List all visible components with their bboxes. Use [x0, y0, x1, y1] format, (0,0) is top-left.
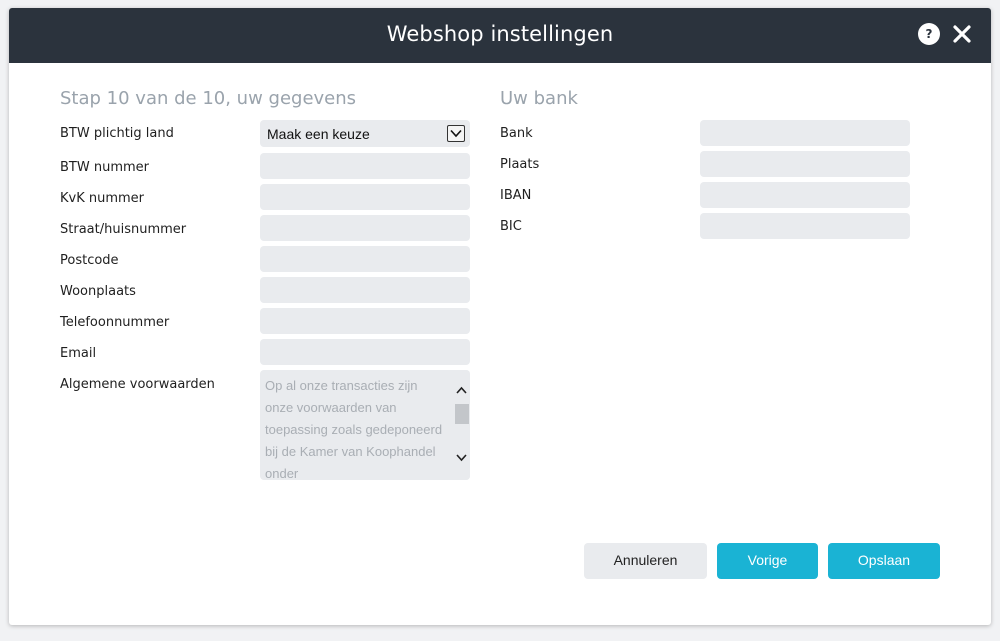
bic-label: BIC	[500, 219, 522, 234]
voorwaarden-scrollbar[interactable]	[453, 370, 470, 480]
iban-input[interactable]	[700, 182, 910, 208]
telefoon-label: Telefoonnummer	[60, 315, 170, 330]
plaats-input[interactable]	[700, 151, 910, 177]
iban-label: IBAN	[500, 188, 532, 203]
settings-dialog: Webshop instellingen ? Stap 10 van de 10…	[9, 8, 991, 625]
kvk-nummer-label: KvK nummer	[60, 191, 145, 206]
btw-nummer-input[interactable]	[260, 153, 470, 179]
postcode-input[interactable]	[260, 246, 470, 272]
voorwaarden-label: Algemene voorwaarden	[60, 377, 215, 392]
close-icon[interactable]	[950, 22, 974, 46]
previous-button[interactable]: Vorige	[717, 543, 818, 579]
btw-nummer-label: BTW nummer	[60, 160, 149, 175]
plaats-label: Plaats	[500, 157, 540, 172]
postcode-label: Postcode	[60, 253, 119, 268]
btw-land-label: BTW plichtig land	[60, 126, 174, 141]
scrollbar-thumb[interactable]	[455, 404, 469, 424]
woonplaats-input[interactable]	[260, 277, 470, 303]
straat-label: Straat/huisnummer	[60, 222, 187, 237]
btw-land-selected-value: Maak een keuze	[267, 126, 370, 142]
kvk-nummer-input[interactable]	[260, 184, 470, 210]
chevron-down-icon	[447, 125, 465, 142]
telefoon-input[interactable]	[260, 308, 470, 334]
voorwaarden-textarea[interactable]: Op al onze transacties zijn onze voorwaa…	[260, 370, 470, 480]
section-title-bank: Uw bank	[500, 88, 578, 109]
chevron-down-icon[interactable]	[455, 451, 468, 464]
cancel-button[interactable]: Annuleren	[584, 543, 707, 579]
email-label: Email	[60, 346, 97, 361]
dialog-header: Webshop instellingen ?	[9, 8, 991, 63]
straat-input[interactable]	[260, 215, 470, 241]
save-button[interactable]: Opslaan	[828, 543, 940, 579]
bic-input[interactable]	[700, 213, 910, 239]
section-title-gegevens: Stap 10 van de 10, uw gegevens	[60, 88, 357, 109]
bank-label: Bank	[500, 126, 533, 141]
chevron-up-icon[interactable]	[455, 384, 468, 397]
dialog-title: Webshop instellingen	[386, 22, 614, 46]
email-input[interactable]	[260, 339, 470, 365]
help-icon[interactable]: ?	[918, 23, 940, 45]
btw-land-select[interactable]: Maak een keuze	[260, 120, 470, 147]
voorwaarden-placeholder: Op al onze transacties zijn onze voorwaa…	[265, 378, 443, 480]
woonplaats-label: Woonplaats	[60, 284, 136, 299]
bank-input[interactable]	[700, 120, 910, 146]
